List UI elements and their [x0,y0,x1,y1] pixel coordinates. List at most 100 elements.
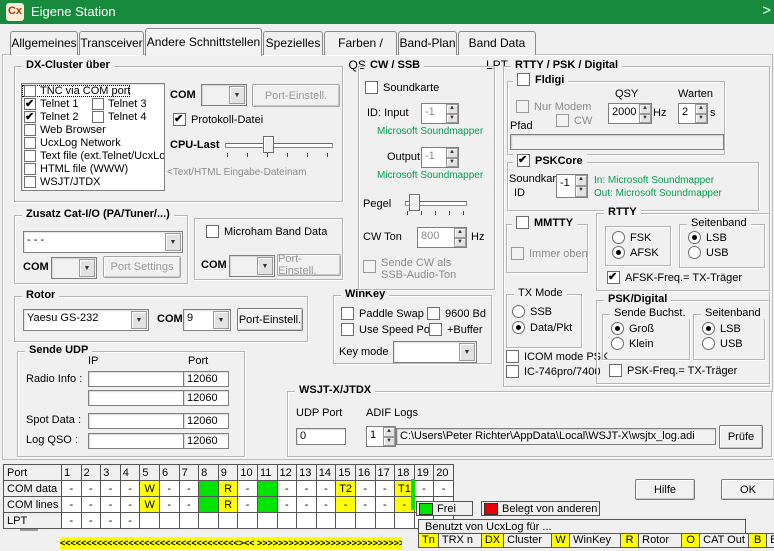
dropdown-arrow-icon[interactable]: ▼ [459,343,475,361]
checkbox-icon[interactable] [24,85,36,97]
checkbox-icon[interactable] [363,260,376,273]
radio-icon[interactable] [612,246,625,259]
radio-info-ip2-input[interactable] [88,390,184,406]
dropdown-arrow-icon[interactable]: ▼ [165,233,181,251]
radio-icon[interactable] [512,305,525,318]
cw-ton-spinner[interactable]: 800 ▲▼ [417,227,467,248]
fsk-radio[interactable]: FSK [612,231,651,244]
tab-farben-qsl[interactable]: Farben / QSL [324,31,397,55]
pfad-input[interactable] [510,134,724,150]
output-spinner[interactable]: -1 ▲▼ [421,147,459,168]
dx-source-item[interactable]: UcxLog Network [22,137,121,149]
radio-icon[interactable] [702,337,715,350]
rotor-device-select[interactable]: Yaesu GS-232▼ [23,309,149,331]
mmtty-checkbox[interactable]: MMTTY [512,216,577,229]
spin-up-icon[interactable]: ▲ [383,427,395,437]
dropdown-arrow-icon[interactable]: ▼ [79,259,95,277]
adif-path-input[interactable]: C:\Users\Peter Richter\AppData\Local\WSJ… [396,428,716,445]
checkbox-icon[interactable] [427,307,440,320]
dx-source-item[interactable]: WSJT/JTDX [22,176,101,188]
paddle-swap-checkbox[interactable]: Paddle Swap [341,307,424,320]
spin-up-icon[interactable]: ▲ [695,104,707,114]
dx-com-select[interactable]: ▼ [201,84,247,106]
spin-down-icon[interactable]: ▼ [639,114,651,124]
spot-data-ip-input[interactable] [88,413,184,429]
fldigi-checkbox[interactable]: Fldigi [513,73,568,86]
radio-info-port-input[interactable]: 12060 [183,371,229,387]
radio-info-port2-input[interactable]: 12060 [183,390,229,406]
checkbox-icon[interactable] [92,111,104,123]
checkbox-icon[interactable] [609,364,622,377]
checkbox-icon[interactable] [24,124,36,136]
tab-transceiver[interactable]: Transceiver [79,31,144,55]
zusatz-com-select[interactable]: ▼ [51,257,97,279]
tab-spezielles[interactable]: Spezielles [263,31,323,55]
checkbox-icon[interactable] [365,81,378,94]
afsk-freq-checkbox[interactable]: AFSK-Freq.= TX-Träger [607,271,742,284]
spin-down-icon[interactable]: ▼ [383,437,395,447]
radio-icon[interactable] [611,337,624,350]
checkbox-icon[interactable] [511,247,524,260]
dropdown-arrow-icon[interactable]: ▼ [131,311,147,329]
radio-icon[interactable] [611,322,624,335]
psk-usb-radio[interactable]: USB [702,337,743,350]
checkbox-icon[interactable] [173,113,186,126]
tab-band-plan[interactable]: Band-Plan [398,31,457,55]
ok-button[interactable]: OK [721,479,774,500]
cpu-last-slider-thumb[interactable] [263,136,274,153]
radio-icon[interactable] [702,322,715,335]
psk-freq-checkbox[interactable]: PSK-Freq.= TX-Träger [609,364,737,377]
radio-info-ip-input[interactable] [88,371,184,387]
spin-down-icon[interactable]: ▼ [695,114,707,124]
tab-andere-schnittstellen[interactable]: Andere Schnittstellen [145,28,262,56]
tab-allgemeines[interactable]: Allgemeines [10,31,78,55]
checkbox-icon[interactable] [516,100,529,113]
dx-source-item[interactable]: TNC via COM port [22,85,130,97]
zusatz-port-settings-button[interactable]: Port Settings [103,256,181,278]
fldigi-cw-checkbox[interactable]: CW [556,114,592,127]
speed-pot-checkbox[interactable]: Use Speed Pot [341,323,433,336]
spin-down-icon[interactable]: ▼ [446,158,458,168]
checkbox-icon[interactable] [506,350,519,363]
tx-data-pkt-radio[interactable]: Data/Pkt [512,321,572,334]
dx-source-item[interactable]: Text file (ext.Telnet/UcxLog) [22,150,165,162]
pruefe-button[interactable]: Prüfe [719,425,763,449]
checkbox-icon[interactable] [92,98,104,110]
afsk-radio[interactable]: AFSK [612,246,659,259]
log-qso-port-input[interactable]: 12060 [183,433,229,449]
checkbox-icon[interactable] [517,73,530,86]
rotor-com-select[interactable]: 9▼ [183,309,231,331]
protokoll-datei-checkbox[interactable]: Protokoll-Datei [173,113,263,126]
dx-source-item[interactable]: Web Browser [22,124,106,136]
wsjt-udp-port-input[interactable]: 0 [296,428,346,445]
dx-source-item[interactable]: Telnet 2 [22,111,90,123]
radio-icon[interactable] [688,231,701,244]
key-mode-select[interactable]: ▼ [393,341,477,363]
spin-up-icon[interactable]: ▲ [446,148,458,158]
dx-cluster-listbox[interactable]: TNC via COM portTelnet 1Telnet 3Telnet 2… [21,83,165,191]
buffer-checkbox[interactable]: +Buffer [429,323,483,336]
spin-down-icon[interactable]: ▼ [454,238,466,248]
nur-modem-checkbox[interactable]: Nur Modem [516,100,591,113]
dx-source-item[interactable]: Telnet 4 [90,111,158,123]
checkbox-icon[interactable] [516,216,529,229]
radio-icon[interactable] [512,321,525,334]
rotor-port-button[interactable]: Port-Einstell. [237,308,303,331]
sende-cw-checkbox[interactable]: Sende CW als SSB-Audio-Ton [363,257,456,281]
dropdown-arrow-icon[interactable]: ▼ [257,257,273,275]
tx-ssb-radio[interactable]: SSB [512,305,552,318]
checkbox-icon[interactable] [24,176,36,188]
spin-up-icon[interactable]: ▲ [639,104,651,114]
qsy-spinner[interactable]: 2000 ▲▼ [608,103,652,124]
dx-source-item[interactable]: HTML file (WWW) [22,163,128,175]
dx-source-item[interactable]: Telnet 3 [90,98,158,110]
dropdown-arrow-icon[interactable]: ▼ [213,311,229,329]
soundkarte-checkbox[interactable]: Soundkarte [365,81,439,94]
checkbox-icon[interactable] [607,271,620,284]
dx-source-item[interactable]: Telnet 1 [22,98,90,110]
checkbox-icon[interactable] [24,150,36,162]
checkbox-icon[interactable] [24,137,36,149]
zusatz-device-select[interactable]: - - -▼ [23,231,183,253]
warten-spinner[interactable]: 2 ▲▼ [678,103,708,124]
rtty-usb-radio[interactable]: USB [688,246,729,259]
